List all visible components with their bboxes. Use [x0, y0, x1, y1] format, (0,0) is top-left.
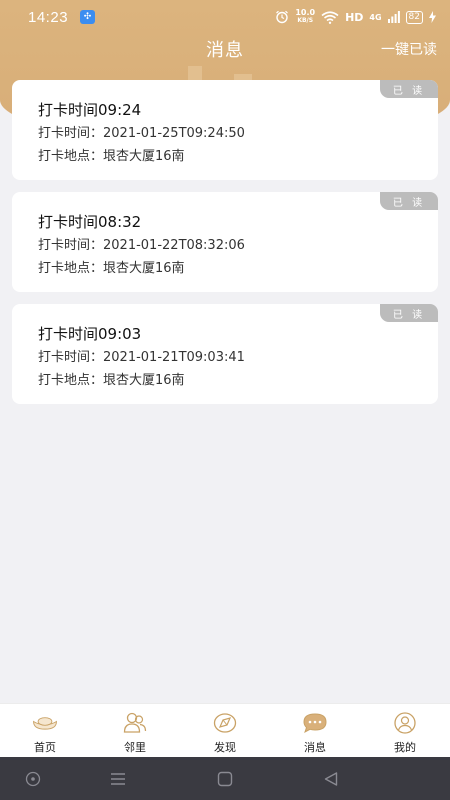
nav-label-discover: 发现	[214, 741, 236, 754]
battery-icon: 82	[405, 10, 423, 24]
alarm-icon	[276, 10, 289, 24]
message-place-row: 打卡地点：垠杏大厦16南	[38, 371, 438, 391]
hd-indicator: HD	[345, 10, 364, 24]
message-title: 打卡时间08:32	[38, 213, 142, 231]
place-label: 打卡地点：	[38, 149, 104, 164]
time-value: 2021-01-25T09:24:50	[103, 126, 245, 141]
speed-unit: KB/S	[297, 17, 314, 24]
mark-all-read-button[interactable]: 一键已读	[381, 39, 437, 59]
speed-value: 10.0	[295, 8, 316, 17]
title-bar: 消息 一键已读	[0, 34, 450, 62]
place-label: 打卡地点：	[38, 373, 104, 388]
message-time-row: 打卡时间：2021-01-22T08:32:06	[38, 236, 438, 256]
message-time-row: 打卡时间：2021-01-21T09:03:41	[38, 348, 438, 368]
status-bar: 14:23 ✣ 10.0 KB/S HD 4G 82	[0, 0, 450, 34]
neighbors-icon	[122, 712, 148, 734]
app-notification-icon: ✣	[80, 10, 96, 24]
message-bubble-icon	[302, 712, 328, 734]
battery-level: 82	[408, 11, 420, 22]
place-value: 垠杏大厦16南	[103, 149, 185, 164]
profile-icon	[392, 712, 418, 734]
signal-icon	[387, 11, 400, 23]
nav-item-profile[interactable]: 我的	[360, 704, 450, 757]
nav-label-neighbors: 邻里	[124, 741, 146, 754]
status-time: 14:23	[28, 8, 69, 26]
time-label: 打卡时间：	[38, 350, 104, 365]
message-card[interactable]: 已 读 打卡时间09:24 打卡时间：2021-01-25T09:24:50 打…	[12, 80, 438, 180]
menu-icon[interactable]	[107, 769, 129, 789]
nav-item-neighbors[interactable]: 邻里	[90, 704, 180, 757]
place-value: 垠杏大厦16南	[103, 261, 185, 276]
place-label: 打卡地点：	[38, 261, 104, 276]
bottom-nav: 首页 邻里 发现 消息 我的	[0, 703, 450, 757]
discover-compass-icon	[212, 712, 238, 734]
wifi-icon	[321, 10, 339, 24]
read-status-badge: 已 读	[380, 192, 438, 210]
home-ingot-icon	[32, 712, 58, 734]
message-place-row: 打卡地点：垠杏大厦16南	[38, 259, 438, 279]
time-label: 打卡时间：	[38, 238, 104, 253]
read-status-badge: 已 读	[380, 304, 438, 322]
message-list: 已 读 打卡时间09:24 打卡时间：2021-01-25T09:24:50 打…	[12, 80, 438, 416]
message-title: 打卡时间09:03	[38, 325, 142, 343]
time-label: 打卡时间：	[38, 126, 104, 141]
system-nav-bar	[0, 757, 450, 800]
nav-item-home[interactable]: 首页	[0, 704, 90, 757]
message-time-row: 打卡时间：2021-01-25T09:24:50	[38, 124, 438, 144]
network-type: 4G	[369, 12, 382, 22]
nav-label-profile: 我的	[394, 741, 416, 754]
time-value: 2021-01-21T09:03:41	[103, 350, 245, 365]
back-triangle-icon[interactable]	[320, 769, 342, 789]
time-value: 2021-01-22T08:32:06	[103, 238, 245, 253]
home-square-icon[interactable]	[214, 769, 236, 789]
nav-label-home: 首页	[34, 741, 56, 754]
network-speed: 10.0 KB/S	[295, 9, 315, 25]
assistant-dot-icon[interactable]	[22, 769, 44, 789]
nav-label-messages: 消息	[304, 741, 326, 754]
message-place-row: 打卡地点：垠杏大厦16南	[38, 147, 438, 167]
read-status-badge: 已 读	[380, 80, 438, 98]
nav-item-messages[interactable]: 消息	[270, 704, 360, 757]
place-value: 垠杏大厦16南	[103, 373, 185, 388]
charging-icon	[429, 11, 436, 23]
nav-item-discover[interactable]: 发现	[180, 704, 270, 757]
message-title: 打卡时间09:24	[38, 101, 142, 119]
message-card[interactable]: 已 读 打卡时间09:03 打卡时间：2021-01-21T09:03:41 打…	[12, 304, 438, 404]
message-card[interactable]: 已 读 打卡时间08:32 打卡时间：2021-01-22T08:32:06 打…	[12, 192, 438, 292]
